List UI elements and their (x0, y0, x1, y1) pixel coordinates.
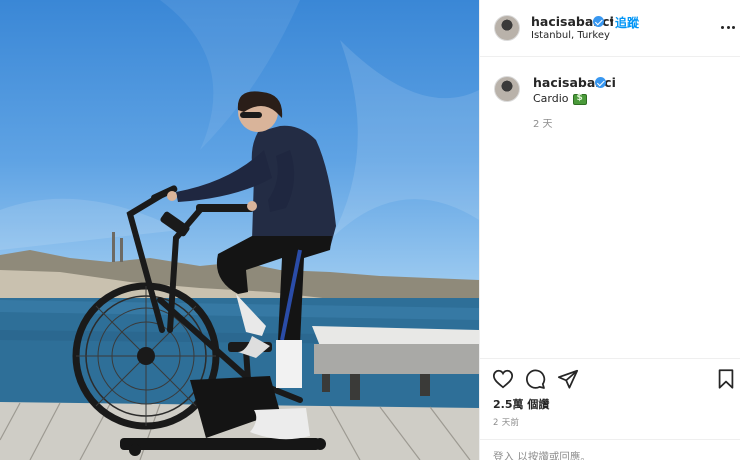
divider (480, 439, 740, 440)
comment-icon[interactable] (524, 368, 546, 390)
verified-badge-icon (593, 16, 604, 27)
post-actions: 2.5萬 個讚 2 天前 登入 以按讚或回應。 (480, 358, 740, 460)
heart-icon[interactable] (492, 368, 514, 390)
author-avatar[interactable] (494, 15, 520, 41)
post-sidebar: hacisabanci • 追蹤 Istanbul, Turkey hacisa… (479, 0, 740, 460)
paper-plane-icon[interactable] (557, 368, 579, 390)
caption-text: Cardio (533, 92, 569, 105)
caption-avatar[interactable] (494, 76, 520, 102)
post-photo[interactable] (0, 0, 479, 460)
post-header: hacisabanci • 追蹤 Istanbul, Turkey (480, 0, 740, 57)
like-count[interactable]: 2.5萬 個讚 (493, 396, 549, 412)
post-caption: Cardio (533, 92, 587, 105)
money-with-wings-emoji-icon (572, 93, 587, 105)
bookmark-icon[interactable] (715, 368, 737, 390)
verified-badge-icon (595, 77, 606, 88)
photo-scene (0, 0, 479, 460)
login-prompt[interactable]: 登入 以按讚或回應。 (493, 449, 591, 460)
more-options-icon[interactable] (720, 19, 736, 35)
caption-timestamp: 2 天 (533, 119, 553, 130)
follow-button[interactable]: 追蹤 (615, 14, 639, 31)
post-location[interactable]: Istanbul, Turkey (531, 30, 610, 41)
post-timestamp[interactable]: 2 天前 (493, 416, 519, 428)
